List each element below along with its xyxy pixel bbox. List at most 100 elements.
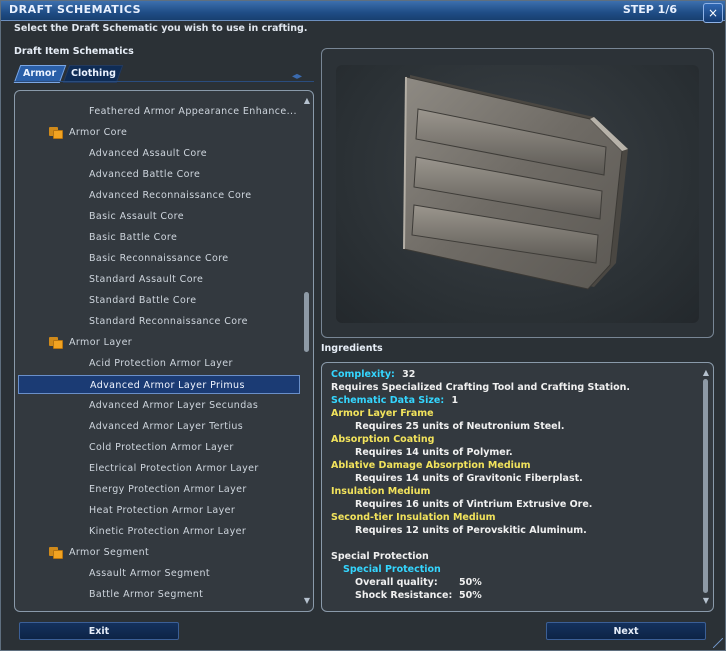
list-item-label: Energy Protection Armor Layer xyxy=(89,484,247,495)
resize-grip-icon[interactable] xyxy=(713,638,723,648)
list-item[interactable]: Energy Protection Armor Layer xyxy=(18,480,300,499)
data-size-value: 1 xyxy=(451,395,459,406)
instruction-text: Select the Draft Schematic you wish to u… xyxy=(14,23,308,34)
stat-value: 50% xyxy=(459,577,482,588)
preview-panel xyxy=(321,48,714,338)
list-item-label: Heat Protection Armor Layer xyxy=(89,505,236,516)
list-item[interactable]: Advanced Armor Layer Tertius xyxy=(18,417,300,436)
list-item-label: Armor Layer xyxy=(69,337,133,348)
list-item[interactable]: Advanced Reconnaissance Core xyxy=(18,186,300,205)
list-item-label: Advanced Reconnaissance Core xyxy=(89,190,252,201)
slot-requirement: Requires 14 units of Polymer. xyxy=(355,447,513,458)
list-item-label: Advanced Battle Core xyxy=(89,169,201,180)
list-item-label: Advanced Armor Layer Primus xyxy=(90,380,245,391)
slot-name: Absorption Coating xyxy=(331,434,435,445)
complexity-line: Complexity: 32 xyxy=(331,369,415,380)
list-item-label: Basic Reconnaissance Core xyxy=(89,253,229,264)
list-item-label: Basic Assault Core xyxy=(89,211,184,222)
special-protection-heading: Special Protection xyxy=(331,551,429,562)
list-item[interactable]: Heat Protection Armor Layer xyxy=(18,501,300,520)
list-item[interactable]: Kinetic Protection Armor Layer xyxy=(18,522,300,541)
list-item-label: Cold Protection Armor Layer xyxy=(89,442,234,453)
tab-underline xyxy=(14,81,314,82)
folder-icon[interactable] xyxy=(49,337,63,349)
list-item[interactable]: Advanced Battle Core xyxy=(18,165,300,184)
list-item[interactable]: Standard Battle Core xyxy=(18,291,300,310)
list-item[interactable]: Feathered Armor Appearance Enhance... xyxy=(18,102,300,121)
complexity-label: Complexity: xyxy=(331,369,395,380)
list-item-label: Standard Reconnaissance Core xyxy=(89,316,248,327)
data-size-line: Schematic Data Size: 1 xyxy=(331,395,458,406)
list-item[interactable]: Advanced Armor Layer Secundas xyxy=(18,396,300,415)
stat-value: 50% xyxy=(459,590,482,601)
slot-name: Ablative Damage Absorption Medium xyxy=(331,460,531,471)
list-item-label: Armor Core xyxy=(69,127,128,138)
folder-icon[interactable] xyxy=(49,127,63,139)
ingredients-scrollbar[interactable]: ▲ ▼ xyxy=(701,369,711,605)
slot-requirement: Requires 25 units of Neutronium Steel. xyxy=(355,421,565,432)
schematics-label: Draft Item Schematics xyxy=(14,46,134,57)
list-item-label: Standard Battle Core xyxy=(89,295,197,306)
ingredients-panel: Complexity: 32 Requires Specialized Craf… xyxy=(321,362,714,612)
ingredients-label: Ingredients xyxy=(321,343,383,354)
list-item[interactable]: Basic Battle Core xyxy=(18,228,300,247)
list-item-label: Advanced Assault Core xyxy=(89,148,207,159)
list-item[interactable]: Acid Protection Armor Layer xyxy=(18,354,300,373)
slot-requirement: Requires 16 units of Vintrium Extrusive … xyxy=(355,499,593,510)
complexity-value: 32 xyxy=(402,369,416,380)
list-item[interactable]: Advanced Assault Core xyxy=(18,144,300,163)
list-item-label: Advanced Armor Layer Tertius xyxy=(89,421,244,432)
preview-viewport[interactable] xyxy=(336,65,699,323)
list-item-label: Assault Armor Segment xyxy=(89,568,211,579)
scroll-down-icon[interactable]: ▼ xyxy=(701,597,711,605)
scroll-thumb[interactable] xyxy=(703,379,708,593)
special-protection-subheading: Special Protection xyxy=(343,564,441,575)
list-item-label: Standard Assault Core xyxy=(89,274,204,285)
next-button[interactable]: Next xyxy=(546,622,706,640)
list-category[interactable]: Armor Layer xyxy=(18,333,300,352)
slot-requirement: Requires 14 units of Gravitonic Fiberpla… xyxy=(355,473,583,484)
list-item[interactable]: Standard Assault Core xyxy=(18,270,300,289)
schematic-list: Feathered Armor Appearance Enhance... Arm… xyxy=(15,91,302,611)
list-item-label: Acid Protection Armor Layer xyxy=(89,358,233,369)
list-item-label: Battle Armor Segment xyxy=(89,589,204,600)
window-title: DRAFT SCHEMATICS xyxy=(9,3,142,16)
list-item[interactable]: Assault Armor Segment xyxy=(18,564,300,583)
schematic-list-panel: Feathered Armor Appearance Enhance... Arm… xyxy=(14,90,314,612)
list-item[interactable]: Battle Armor Segment xyxy=(18,585,300,604)
scroll-up-icon[interactable]: ▲ xyxy=(302,97,312,105)
list-item-label: Advanced Armor Layer Secundas xyxy=(89,400,259,411)
armor-layer-plate-image xyxy=(403,75,628,290)
data-size-label: Schematic Data Size: xyxy=(331,395,445,406)
scroll-thumb[interactable] xyxy=(304,292,309,352)
folder-icon[interactable] xyxy=(49,547,63,559)
slot-name: Armor Layer Frame xyxy=(331,408,434,419)
step-indicator: STEP 1/6 xyxy=(622,3,677,16)
list-item-label: Feathered Armor Appearance Enhance... xyxy=(89,106,297,117)
list-item[interactable]: Basic Reconnaissance Core xyxy=(18,249,300,268)
list-item-label: Basic Battle Core xyxy=(89,232,178,243)
list-item-label: Kinetic Protection Armor Layer xyxy=(89,526,247,537)
list-item[interactable]: Electrical Protection Armor Layer xyxy=(18,459,300,478)
list-item[interactable]: Cold Protection Armor Layer xyxy=(18,438,300,457)
slot-name: Second-tier Insulation Medium xyxy=(331,512,496,523)
scroll-down-icon[interactable]: ▼ xyxy=(302,597,312,605)
list-item[interactable]: Standard Reconnaissance Core xyxy=(18,312,300,331)
list-item-label: Armor Segment xyxy=(69,547,150,558)
stat-label: Overall quality: xyxy=(355,577,438,588)
list-item[interactable]: Basic Assault Core xyxy=(18,207,300,226)
schematic-list-scrollbar[interactable]: ▲ ▼ xyxy=(302,97,312,605)
list-category[interactable]: Armor Segment xyxy=(18,543,300,562)
draft-schematics-window: DRAFT SCHEMATICS STEP 1/6 × Select the D… xyxy=(0,0,726,651)
requires-tools-text: Requires Specialized Crafting Tool and C… xyxy=(331,382,630,393)
slot-requirement: Requires 12 units of Perovskitic Aluminu… xyxy=(355,525,587,536)
close-icon[interactable]: × xyxy=(703,3,723,23)
slot-name: Insulation Medium xyxy=(331,486,431,497)
title-bar[interactable]: DRAFT SCHEMATICS STEP 1/6 × xyxy=(1,1,725,23)
stat-label: Shock Resistance: xyxy=(355,590,453,601)
scroll-up-icon[interactable]: ▲ xyxy=(701,369,711,377)
list-item[interactable]: Advanced Armor Layer Primus xyxy=(18,375,300,394)
exit-button[interactable]: Exit xyxy=(19,622,179,640)
list-category[interactable]: Armor Core xyxy=(18,123,300,142)
list-item-label: Electrical Protection Armor Layer xyxy=(89,463,259,474)
